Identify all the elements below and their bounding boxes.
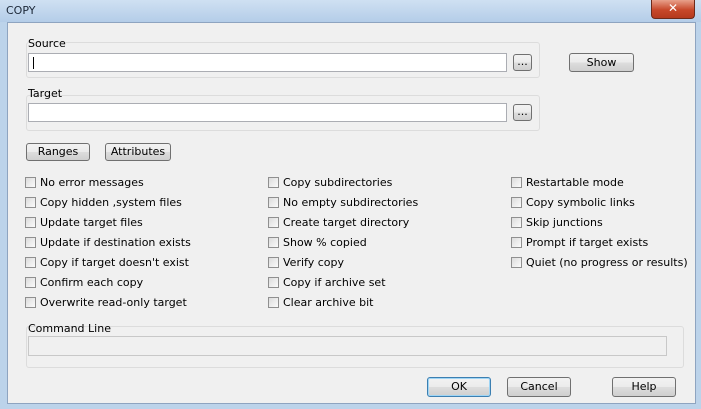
checkbox-box <box>268 177 279 188</box>
command-line-field <box>28 336 667 356</box>
checkbox-box <box>268 257 279 268</box>
checkbox-box <box>25 197 36 208</box>
title-bar: COPY ✕ <box>0 0 701 22</box>
checkbox-box <box>511 257 522 268</box>
target-label: Target <box>28 87 63 100</box>
help-button[interactable]: Help <box>612 377 676 397</box>
ranges-button[interactable]: Ranges <box>26 143 90 161</box>
window-title: COPY <box>6 4 36 17</box>
attributes-button[interactable]: Attributes <box>105 143 171 161</box>
close-icon: ✕ <box>667 1 679 15</box>
checkbox-box <box>25 297 36 308</box>
source-input[interactable] <box>28 53 507 72</box>
checkbox-box <box>268 297 279 308</box>
checkbox-box <box>25 217 36 228</box>
command-line-label: Command Line <box>28 322 111 335</box>
checkbox-box <box>25 177 36 188</box>
checkbox-box <box>511 197 522 208</box>
dialog-body: Source ... Show Target ... Ranges Attrib… <box>7 22 696 404</box>
source-browse-button[interactable]: ... <box>513 54 532 71</box>
cancel-button[interactable]: Cancel <box>507 377 571 397</box>
checkbox-box <box>268 237 279 248</box>
checkbox-box <box>25 277 36 288</box>
source-label: Source <box>28 37 66 50</box>
checkbox-box <box>268 217 279 228</box>
checkbox-box <box>511 217 522 228</box>
checkbox-box <box>25 257 36 268</box>
checkbox-box <box>268 197 279 208</box>
target-browse-button[interactable]: ... <box>513 104 532 121</box>
checkbox-box <box>511 237 522 248</box>
checkbox-box <box>511 177 522 188</box>
checkbox-box <box>25 237 36 248</box>
checkbox-box <box>268 277 279 288</box>
show-button[interactable]: Show <box>569 53 634 72</box>
target-input[interactable] <box>28 103 507 122</box>
ok-button[interactable]: OK <box>427 377 491 397</box>
close-button[interactable]: ✕ <box>651 0 695 19</box>
text-caret <box>33 57 34 69</box>
